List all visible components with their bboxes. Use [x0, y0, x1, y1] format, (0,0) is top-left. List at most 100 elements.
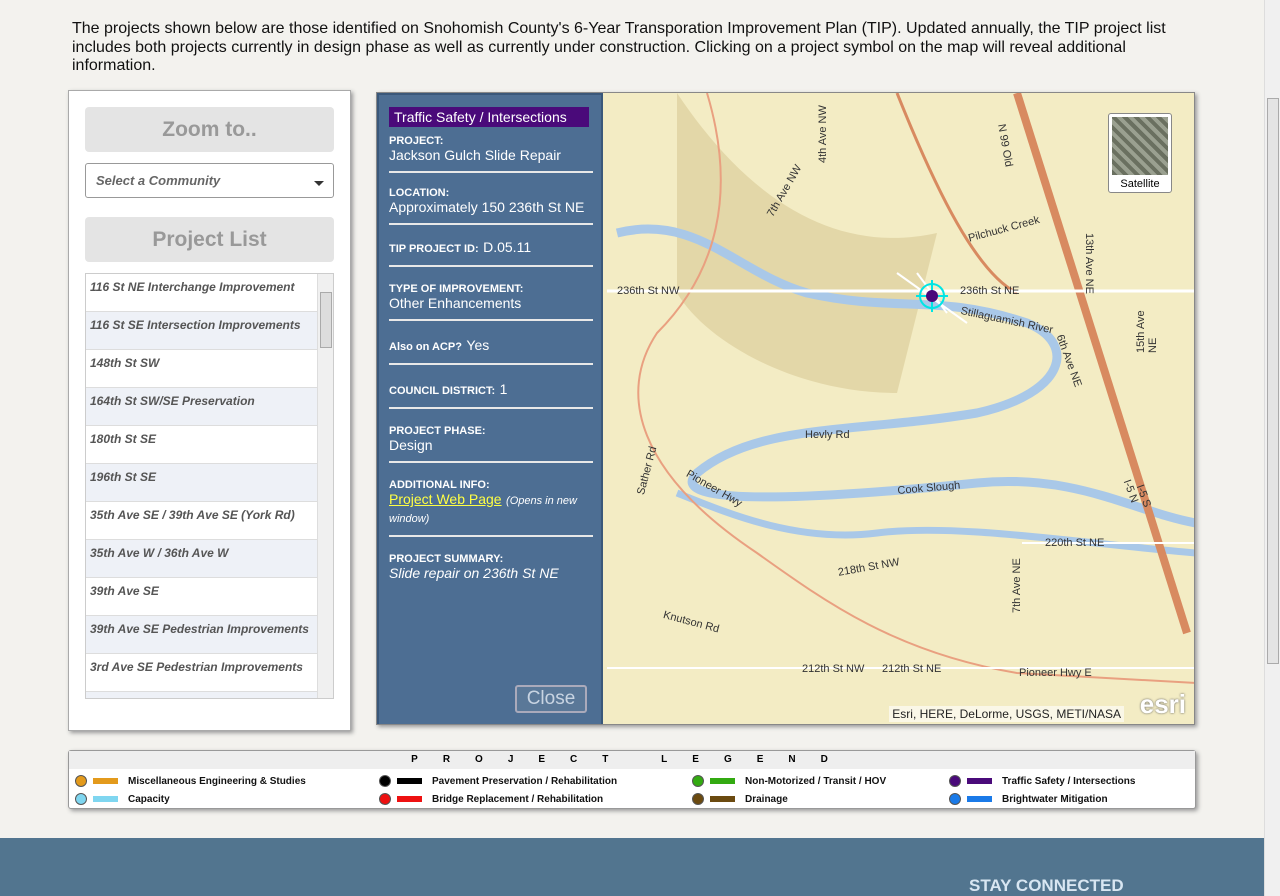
- project-list-item[interactable]: 116 St NE Interchange Improvement: [86, 274, 317, 312]
- district-label: COUNCIL DISTRICT:: [389, 385, 496, 397]
- project-list-item[interactable]: 39th Ave SE: [86, 578, 317, 616]
- legend-item: Capacity: [75, 793, 170, 805]
- page-scroll-thumb[interactable]: [1267, 98, 1279, 664]
- project-list-item[interactable]: 39th Ave SE Pedestrian Improvements: [86, 616, 317, 654]
- project-list-item[interactable]: 148th St SW: [86, 350, 317, 388]
- summary-value: Slide repair on 236th St NE: [389, 565, 559, 581]
- satellite-thumbnail: [1112, 117, 1168, 175]
- legend-title: PROJECT LEGEND: [69, 751, 1195, 769]
- esri-logo: esri: [1139, 689, 1186, 719]
- location-value: Approximately 150 236th St NE: [389, 199, 585, 215]
- map-label: 236th St NW: [617, 285, 680, 297]
- legend-line-symbol: [397, 778, 422, 784]
- map-label: 7th Ave NE: [1011, 558, 1023, 613]
- legend-point-symbol: [75, 775, 87, 787]
- phase-label: PROJECT PHASE:: [389, 425, 486, 437]
- map-label: 212th St NW: [802, 663, 865, 675]
- info-popup: Traffic Safety / Intersections PROJECT: J…: [377, 93, 603, 724]
- map-label: 13th Ave NE: [1083, 233, 1095, 294]
- intro-text: The projects shown below are those ident…: [72, 20, 1166, 74]
- legend-line-symbol: [710, 778, 735, 784]
- left-panel: Zoom to.. Select a Community Project Lis…: [68, 90, 351, 731]
- legend-line-symbol: [967, 778, 992, 784]
- project-list-item[interactable]: 3rd Ave SE Pedestrian Improvements: [86, 654, 317, 692]
- legend-label: Non-Motorized / Transit / HOV: [745, 775, 887, 787]
- type-label: TYPE OF IMPROVEMENT:: [389, 283, 524, 295]
- legend-label: Brightwater Mitigation: [1002, 793, 1108, 805]
- map-label: 220th St NE: [1045, 537, 1105, 549]
- community-select[interactable]: Select a Community: [85, 163, 334, 198]
- map-label: 4th Ave NW: [817, 105, 829, 163]
- legend-item: Traffic Safety / Intersections: [949, 775, 1135, 787]
- terrain-shade: [677, 93, 937, 393]
- stay-connected-heading: STAY CONNECTED: [969, 876, 1124, 895]
- legend-label: Traffic Safety / Intersections: [1002, 775, 1136, 787]
- legend-point-symbol: [379, 793, 391, 805]
- close-button[interactable]: Close: [515, 685, 587, 713]
- type-value: Other Enhancements: [389, 295, 522, 311]
- project-list-item[interactable]: 180th St SE: [86, 426, 317, 464]
- category-badge: Traffic Safety / Intersections: [389, 107, 589, 127]
- location-label: LOCATION:: [389, 187, 450, 199]
- project-list-header: Project List: [85, 217, 334, 262]
- tip-label: TIP PROJECT ID:: [389, 243, 479, 255]
- legend-label: Miscellaneous Engineering & Studies: [128, 775, 306, 787]
- map-label: 15th Ave NE: [1135, 310, 1159, 353]
- project-web-page-link[interactable]: Project Web Page: [389, 491, 502, 507]
- legend-point-symbol: [75, 793, 87, 805]
- legend-line-symbol: [93, 778, 118, 784]
- footer: STAY CONNECTED: [0, 838, 1264, 896]
- legend-line-symbol: [710, 796, 735, 802]
- legend-label: Capacity: [128, 793, 170, 805]
- legend-point-symbol: [692, 793, 704, 805]
- project-list-item[interactable]: 196th St SE: [86, 464, 317, 502]
- legend-item: Non-Motorized / Transit / HOV: [692, 775, 886, 787]
- legend-item: Miscellaneous Engineering & Studies: [75, 775, 306, 787]
- legend-label: Bridge Replacement / Rehabilitation: [432, 793, 604, 805]
- scroll-thumb[interactable]: [320, 292, 332, 348]
- legend-line-symbol: [397, 796, 422, 802]
- legend-line-symbol: [93, 796, 118, 802]
- project-label: PROJECT:: [389, 135, 444, 147]
- tip-value: D.05.11: [483, 239, 532, 255]
- map-label: 236th St NE: [960, 285, 1020, 297]
- legend-item: Drainage: [692, 793, 788, 805]
- phase-value: Design: [389, 437, 433, 453]
- page-scrollbar[interactable]: [1264, 0, 1280, 896]
- map-label: 212th St NE: [882, 663, 942, 675]
- legend-item: Brightwater Mitigation: [949, 793, 1108, 805]
- project-list-item[interactable]: 35th Ave W / 36th Ave W: [86, 540, 317, 578]
- legend-label: Pavement Preservation / Rehabilitation: [432, 775, 618, 787]
- map-label: Hevly Rd: [805, 429, 850, 441]
- chevron-down-icon: [314, 181, 324, 191]
- legend-item: Pavement Preservation / Rehabilitation: [379, 775, 617, 787]
- legend-label: Drainage: [745, 793, 788, 805]
- project-marker: [926, 290, 938, 302]
- legend-point-symbol: [949, 775, 961, 787]
- project-list: 116 St NE Interchange Improvement 116 St …: [85, 273, 334, 699]
- legend-line-symbol: [967, 796, 992, 802]
- zoom-to-header: Zoom to..: [85, 107, 334, 152]
- legend-point-symbol: [379, 775, 391, 787]
- district-value: 1: [499, 381, 508, 397]
- project-name: Jackson Gulch Slide Repair: [389, 147, 561, 163]
- summary-label: PROJECT SUMMARY:: [389, 553, 504, 565]
- project-list-item[interactable]: 35th Ave SE / 39th Ave SE (York Rd): [86, 502, 317, 540]
- map[interactable]: 236th St NW 236th St NE Stillaguamish Rive…: [376, 92, 1195, 725]
- project-list-item[interactable]: 164th St SW/SE Preservation: [86, 388, 317, 426]
- project-legend: PROJECT LEGEND Miscellaneous Engineering…: [68, 750, 1196, 809]
- legend-point-symbol: [949, 793, 961, 805]
- project-list-item[interactable]: 116 St SE Intersection Improvements: [86, 312, 317, 350]
- community-placeholder: Select a Community: [96, 173, 221, 188]
- acp-label: Also on ACP?: [389, 341, 462, 353]
- list-scrollbar[interactable]: [317, 274, 333, 698]
- satellite-toggle[interactable]: Satellite: [1108, 113, 1172, 193]
- legend-item: Bridge Replacement / Rehabilitation: [379, 793, 603, 805]
- addl-label: ADDITIONAL INFO:: [389, 479, 490, 491]
- project-list-item[interactable]: 52nd Ave W: [86, 692, 317, 698]
- map-attribution: Esri, HERE, DeLorme, USGS, METI/NASA: [889, 706, 1124, 722]
- acp-value: Yes: [466, 337, 490, 353]
- satellite-label: Satellite: [1120, 178, 1160, 190]
- legend-point-symbol: [692, 775, 704, 787]
- map-label: Pioneer Hwy E: [1019, 667, 1092, 679]
